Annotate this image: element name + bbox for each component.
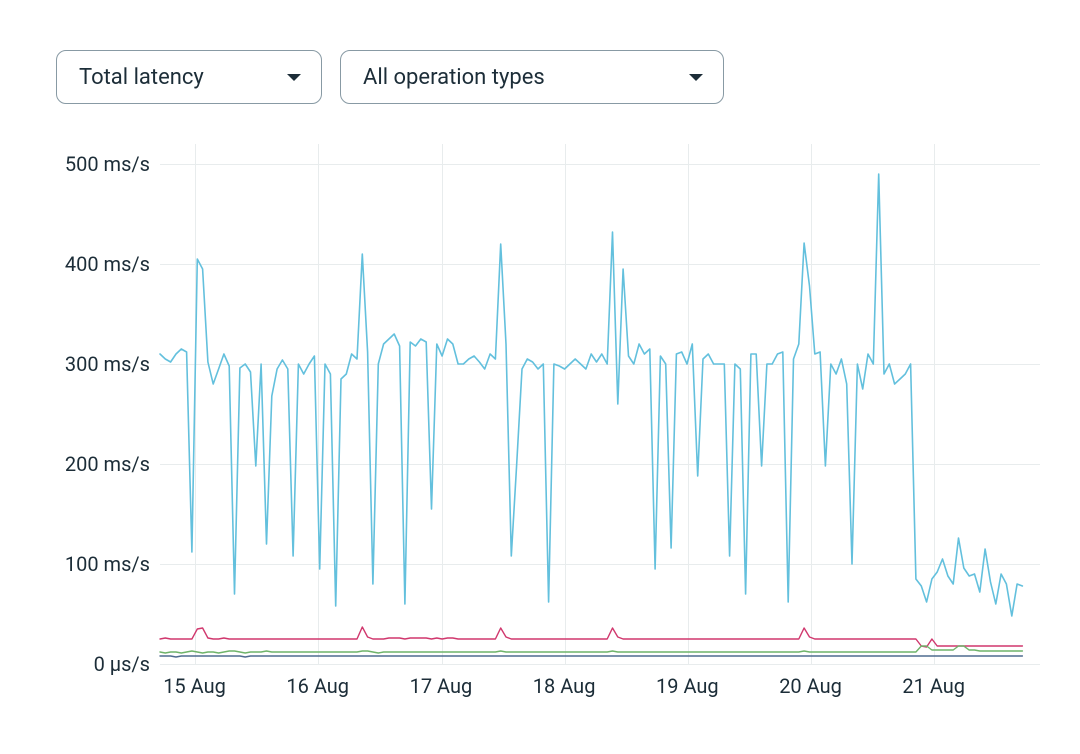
latency-dropdown-label: Total latency: [79, 65, 204, 90]
operation-type-dropdown-label: All operation types: [363, 65, 545, 90]
series-line-series-b: [160, 627, 1022, 647]
latency-dropdown[interactable]: Total latency: [56, 50, 322, 104]
chart-svg: [50, 144, 1050, 704]
latency-chart: 0 µs/s100 ms/s200 ms/s300 ms/s400 ms/s50…: [50, 144, 1050, 704]
chevron-down-icon: [287, 74, 301, 81]
series-line-series-a: [160, 174, 1022, 616]
controls-row: Total latency All operation types: [56, 50, 1050, 104]
operation-type-dropdown[interactable]: All operation types: [340, 50, 724, 104]
series-line-series-d: [160, 656, 1022, 657]
series-line-series-c: [160, 646, 1022, 653]
chevron-down-icon: [689, 74, 703, 81]
